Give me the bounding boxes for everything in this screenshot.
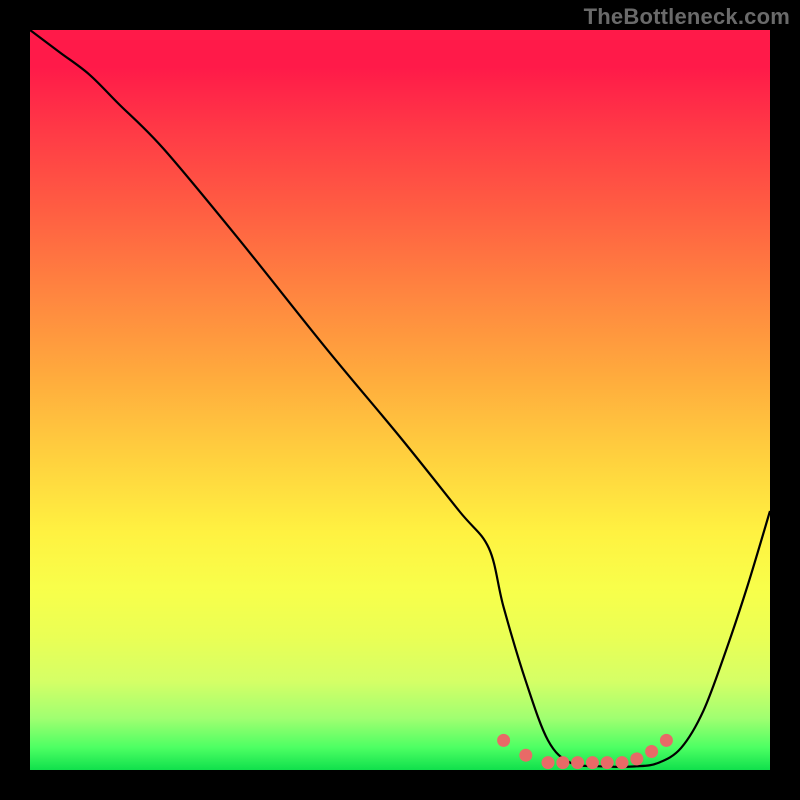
curve-dot xyxy=(616,756,629,769)
watermark-text: TheBottleneck.com xyxy=(584,4,790,30)
bottleneck-curve xyxy=(30,30,770,767)
curve-dot xyxy=(660,734,673,747)
chart-plot-area xyxy=(30,30,770,770)
curve-dot xyxy=(571,756,584,769)
curve-dot xyxy=(542,756,555,769)
curve-dot xyxy=(601,756,614,769)
curve-dot xyxy=(586,756,599,769)
chart-frame: TheBottleneck.com xyxy=(0,0,800,800)
curve-dot xyxy=(556,756,569,769)
curve-dot xyxy=(630,752,643,765)
chart-svg xyxy=(30,30,770,770)
curve-dots xyxy=(497,734,673,769)
curve-group xyxy=(30,30,770,767)
curve-dot xyxy=(519,749,532,762)
curve-dot xyxy=(497,734,510,747)
curve-dot xyxy=(645,745,658,758)
